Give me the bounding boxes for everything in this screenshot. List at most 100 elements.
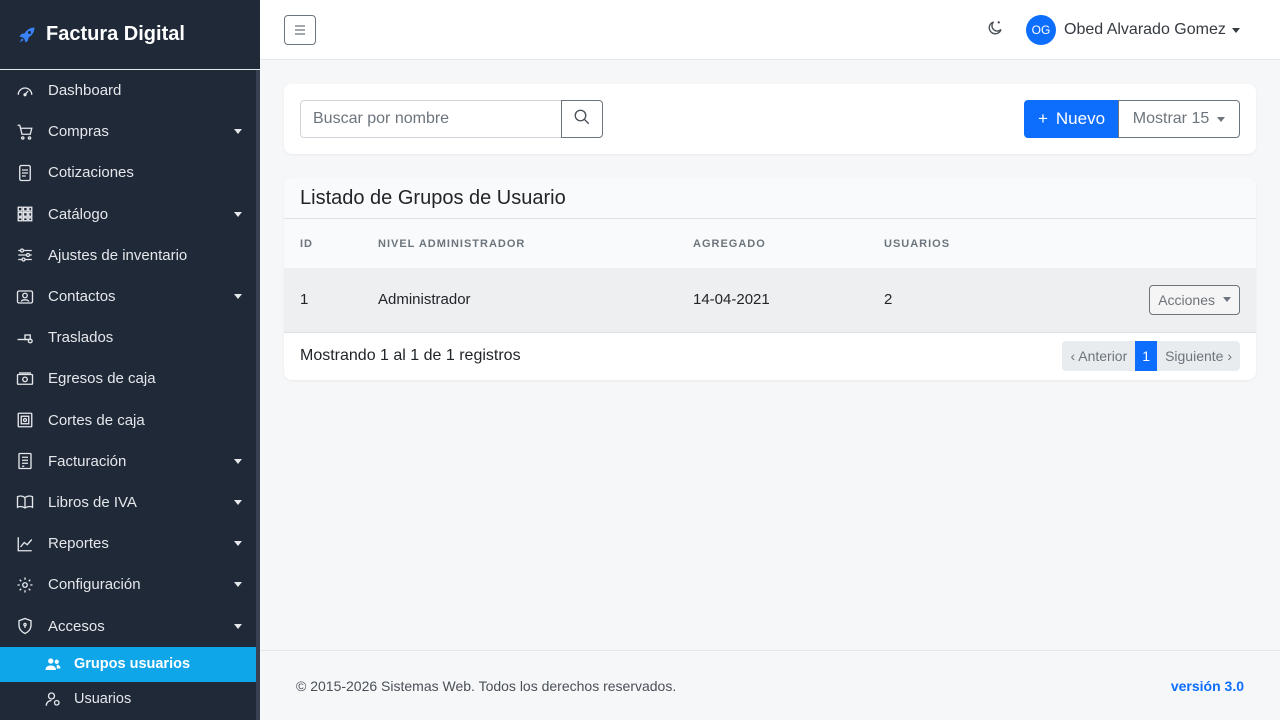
sidebar-item-label: Cotizaciones	[48, 164, 134, 182]
pagination: ‹ Anterior 1 Siguiente ›	[1062, 341, 1240, 371]
sidebar-item-label: Traslados	[48, 329, 114, 347]
rocket-icon	[16, 24, 38, 46]
column-header-nivel: NIVEL ADMINISTRADOR	[378, 219, 693, 268]
sidebar-item-configuracion[interactable]: Configuración	[0, 564, 260, 605]
book-icon	[16, 493, 34, 511]
search-input[interactable]	[300, 100, 562, 138]
actions-dropdown-button[interactable]: Acciones	[1149, 284, 1240, 315]
cash-icon	[16, 370, 34, 388]
plus-icon: +	[1037, 109, 1048, 128]
table-row[interactable]: 1 Administrador 14-04-2021 2 Acciones	[284, 268, 1256, 333]
cart-icon	[16, 123, 34, 141]
sidebar-item-egresos-caja[interactable]: Egresos de caja	[0, 358, 260, 399]
search-icon	[573, 108, 591, 131]
contact-card-icon	[16, 288, 34, 306]
chevron-down-icon	[234, 499, 242, 505]
sidebar-item-label: Catálogo	[48, 205, 109, 223]
sidebar-subitem-grupos-usuarios[interactable]: Grupos usuarios	[0, 646, 256, 682]
cell-id: 1	[284, 268, 378, 333]
groups-table: ID NIVEL ADMINISTRADOR AGREGADO USUARIOS…	[284, 219, 1256, 333]
new-button-label: Nuevo	[1055, 109, 1106, 128]
page-size-dropdown[interactable]: Mostrar 15	[1118, 100, 1240, 138]
copyright-text: © 2015-2026 Sistemas Web. Todos los dere…	[296, 677, 677, 694]
sidebar-item-compras[interactable]: Compras	[0, 111, 260, 152]
gauge-icon	[16, 82, 34, 100]
user-name: Obed Alvarado Gomez	[1064, 21, 1226, 38]
pagination-next[interactable]: Siguiente ›	[1157, 341, 1240, 371]
safe-icon	[16, 411, 34, 429]
sidebar-item-catalogo[interactable]: Catálogo	[0, 194, 260, 235]
brand-name: Factura Digital	[46, 23, 185, 45]
pagination-page[interactable]: 1	[1135, 341, 1158, 371]
pagination-prev[interactable]: ‹ Anterior	[1062, 341, 1136, 371]
page-size-label: Mostrar 15	[1132, 110, 1210, 127]
sidebar-subitem-label: Usuarios	[74, 691, 132, 708]
column-header-agregado: AGREGADO	[693, 219, 884, 268]
chevron-down-icon	[234, 582, 242, 588]
sidebar-item-label: Cortes de caja	[48, 411, 145, 429]
column-header-usuarios: USUARIOS	[884, 219, 1134, 268]
users-icon	[44, 655, 62, 673]
page-footer: © 2015-2026 Sistemas Web. Todos los dere…	[260, 650, 1280, 720]
sidebar-item-dashboard[interactable]: Dashboard	[0, 70, 260, 111]
sidebar-item-label: Libros de IVA	[48, 493, 137, 511]
column-header-acciones	[1134, 219, 1256, 268]
cell-acciones: Acciones	[1134, 268, 1256, 333]
sidebar-item-label: Configuración	[48, 576, 141, 594]
cell-usuarios: 2	[884, 268, 1134, 333]
sidebar-subitem-usuarios[interactable]: Usuarios	[0, 682, 256, 717]
chevron-down-icon	[234, 129, 242, 135]
sidebar-item-label: Accesos	[48, 617, 105, 635]
column-header-id: ID	[284, 219, 378, 268]
chart-line-icon	[16, 535, 34, 553]
sidebar-item-cortes-caja[interactable]: Cortes de caja	[0, 400, 260, 441]
cell-agregado: 14-04-2021	[693, 268, 884, 333]
search-button[interactable]	[561, 100, 603, 138]
cell-nivel: Administrador	[378, 268, 693, 333]
chevron-down-icon	[1223, 297, 1231, 303]
sidebar-item-label: Dashboard	[48, 82, 122, 100]
sidebar-item-label: Facturación	[48, 452, 127, 470]
sidebar-item-reportes[interactable]: Reportes	[0, 523, 260, 564]
chevron-down-icon	[234, 541, 242, 547]
page-title: Listado de Grupos de Usuario	[284, 178, 1256, 219]
actions-label: Acciones	[1158, 291, 1215, 308]
user-gear-icon	[44, 690, 62, 708]
avatar: OG	[1026, 15, 1056, 45]
toolbar-card: + Nuevo Mostrar 15	[284, 84, 1256, 154]
sidebar-item-ajustes-inventario[interactable]: Ajustes de inventario	[0, 235, 260, 276]
table-header-row: ID NIVEL ADMINISTRADOR AGREGADO USUARIOS	[284, 219, 1256, 268]
shield-icon	[16, 617, 34, 635]
gear-icon	[16, 576, 34, 594]
user-menu[interactable]: OG Obed Alvarado Gomez	[1026, 15, 1240, 45]
chevron-down-icon	[234, 294, 242, 300]
version-link[interactable]: versión 3.0	[1171, 678, 1244, 694]
sidebar-item-label: Reportes	[48, 535, 109, 553]
sidebar-item-contactos[interactable]: Contactos	[0, 276, 260, 317]
chevron-down-icon	[234, 458, 242, 464]
sliders-icon	[16, 246, 34, 264]
dolly-icon	[16, 329, 34, 347]
theme-toggle-button[interactable]	[984, 19, 1006, 41]
new-button[interactable]: + Nuevo	[1024, 100, 1119, 138]
brand[interactable]: Factura Digital	[0, 0, 260, 70]
sidebar-item-traslados[interactable]: Traslados	[0, 317, 260, 358]
chevron-down-icon	[1231, 27, 1240, 33]
chevron-down-icon	[1217, 116, 1226, 122]
sidebar-item-libros-iva[interactable]: Libros de IVA	[0, 482, 260, 523]
chevron-down-icon	[234, 211, 242, 217]
chevron-down-icon	[234, 623, 242, 629]
hamburger-icon	[294, 23, 306, 38]
sidebar-toggle-button[interactable]	[284, 15, 316, 45]
sidebar-item-cotizaciones[interactable]: Cotizaciones	[0, 152, 260, 193]
top-header: OG Obed Alvarado Gomez	[260, 0, 1280, 60]
sidebar-subitem-label: Grupos usuarios	[74, 656, 191, 673]
sidebar-item-accesos[interactable]: Accesos	[0, 605, 260, 646]
sidebar-item-label: Contactos	[48, 288, 116, 306]
sidebar-item-label: Egresos de caja	[48, 370, 156, 388]
sidebar-item-label: Compras	[48, 123, 109, 141]
list-card: Listado de Grupos de Usuario ID NIVEL AD…	[284, 178, 1256, 380]
list-footer: Mostrando 1 al 1 de 1 registros ‹ Anteri…	[284, 332, 1256, 380]
sidebar-item-facturacion[interactable]: Facturación	[0, 441, 260, 482]
sidebar-nav: Dashboard Compras Cotizaciones Catálogo …	[0, 70, 260, 647]
